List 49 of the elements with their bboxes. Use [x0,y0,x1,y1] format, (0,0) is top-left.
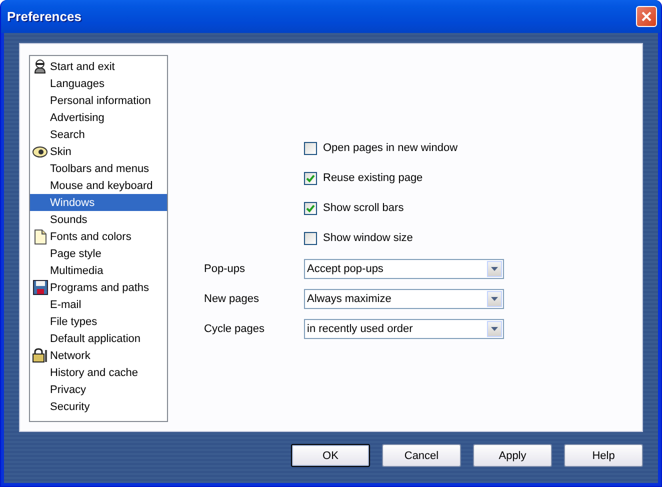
close-button[interactable] [636,6,657,27]
category-item[interactable]: Multimedia [30,262,167,279]
document-icon [34,228,46,244]
category-item[interactable]: E-mail [30,296,167,313]
category-item[interactable]: Network [30,347,167,364]
lock-icon [32,348,48,363]
dialog-button[interactable]: Help [564,444,643,467]
person-icon [33,59,47,74]
window-title: Preferences [7,9,82,24]
checkbox[interactable] [304,142,317,154]
category-item[interactable]: Languages [30,75,167,92]
dialog-button[interactable]: Cancel [382,444,461,467]
dropdown-arrow-icon [491,297,498,301]
checkbox-label: Show window size [323,232,413,244]
category-item[interactable]: Mouse and keyboard [30,177,167,194]
category-item[interactable]: Default application [30,330,167,347]
field-label: Cycle pages [204,323,266,335]
checkbox[interactable] [304,202,317,214]
category-item[interactable]: History and cache [30,364,167,381]
dropdown[interactable]: in recently used order [304,319,504,339]
category-item[interactable]: Page style [30,245,167,262]
category-item[interactable]: Fonts and colors [30,228,167,245]
category-item[interactable]: File types [30,313,167,330]
dropdown-arrow-icon [491,327,498,331]
checkbox-label: Open pages in new window [323,142,458,154]
category-item[interactable]: Toolbars and menus [30,160,167,177]
checkbox[interactable] [304,232,317,244]
checkbox[interactable] [304,172,317,184]
field-label: New pages [204,293,260,305]
field-label: Pop-ups [204,263,246,275]
category-item[interactable]: Skin [30,143,167,160]
category-item[interactable]: Advertising [30,109,167,126]
checkbox-label: Reuse existing page [323,172,423,184]
category-item[interactable]: Start and exit [30,58,167,75]
dialog-button[interactable]: OK [291,444,370,467]
dropdown[interactable]: Always maximize [304,289,504,309]
category-item[interactable]: Privacy [30,381,167,398]
checkbox-label: Show scroll bars [323,202,404,214]
category-item[interactable]: Personal information [30,92,167,109]
category-item[interactable]: Programs and paths [30,279,167,296]
category-item[interactable]: Windows [30,194,167,211]
dialog-button[interactable]: Apply [473,444,552,467]
category-item[interactable]: Sounds [30,211,167,228]
category-item[interactable]: Security [30,398,167,415]
dropdown-arrow-icon [491,267,498,271]
skin-icon [32,146,48,158]
dropdown[interactable]: Accept pop-ups [304,259,504,279]
close-icon [641,11,652,22]
category-item[interactable]: Search [30,126,167,143]
